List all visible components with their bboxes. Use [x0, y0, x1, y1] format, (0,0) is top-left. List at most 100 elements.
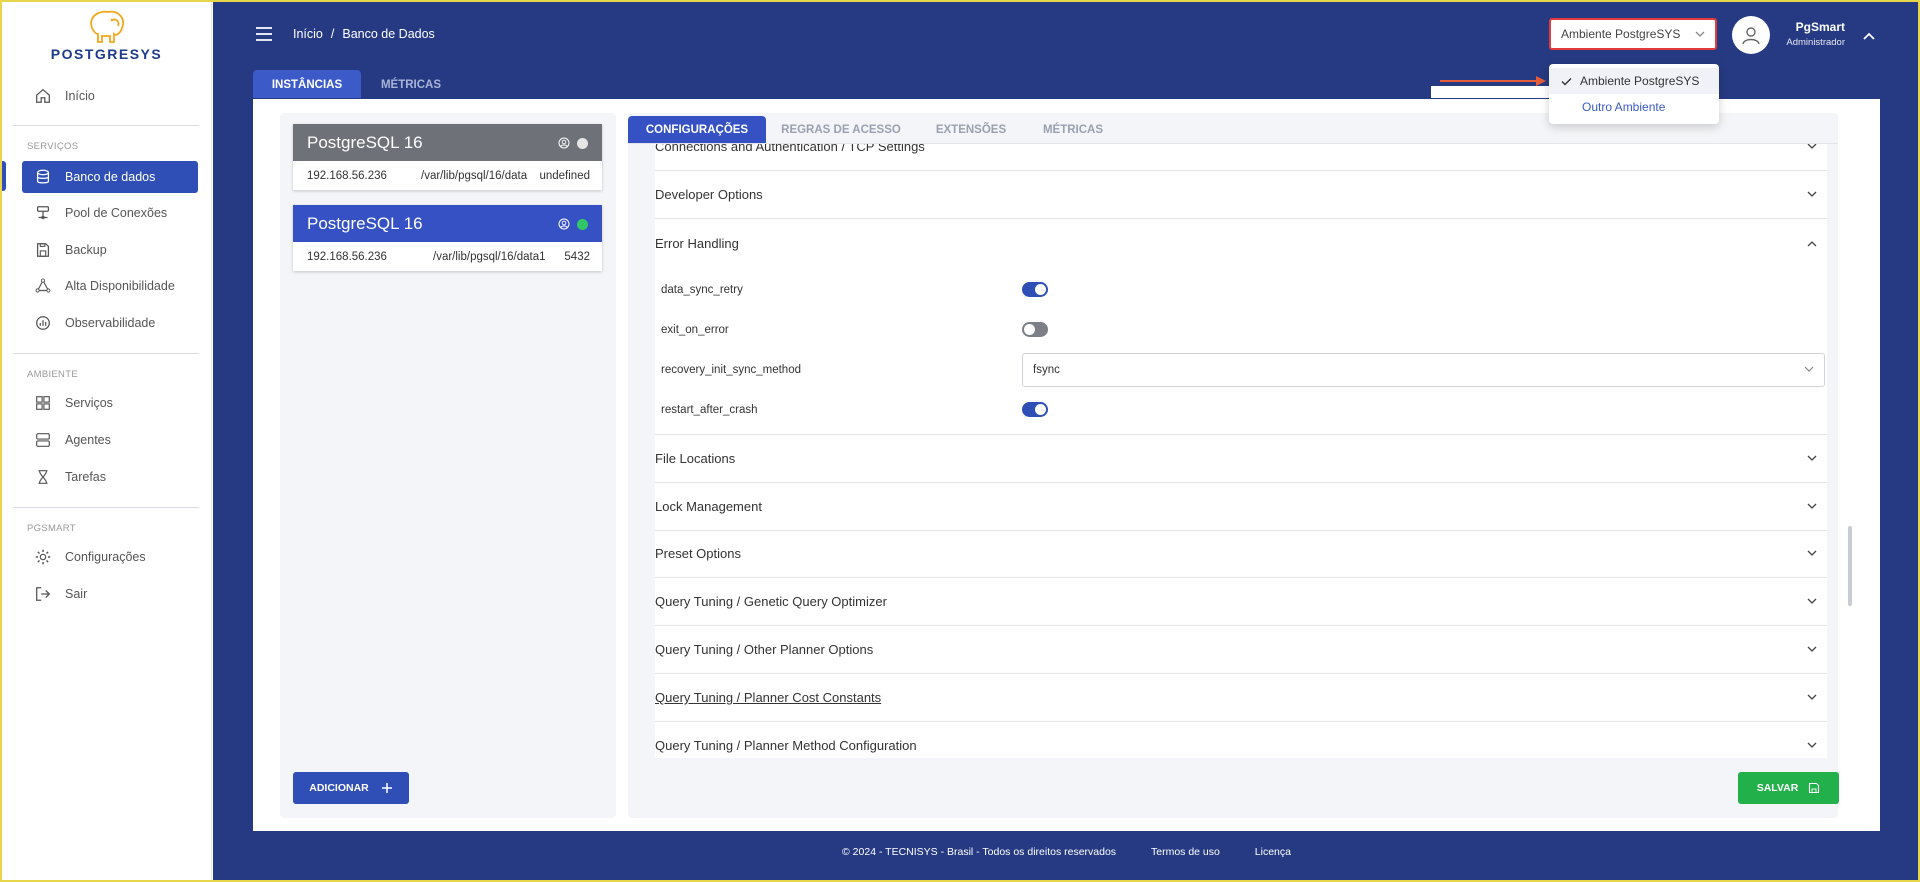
instance-card-header: PostgreSQL 16	[293, 205, 602, 242]
annotation-arrow-head	[1536, 76, 1546, 86]
instance-path: /var/lib/pgsql/16/data	[421, 169, 528, 182]
brand-name: POSTGRESYS	[50, 46, 163, 62]
hourglass-icon	[38, 470, 48, 484]
sidebar-item-configuracoes[interactable]: Configurações	[22, 541, 198, 573]
accordion-planner-method-configuration[interactable]: Query Tuning / Planner Method Configurat…	[655, 722, 1827, 758]
chevron-down-icon	[1807, 191, 1817, 197]
accordion-file-locations[interactable]: File Locations	[655, 435, 1827, 483]
chevron-up-icon	[1807, 240, 1817, 246]
sidebar-item-inicio[interactable]: Início	[22, 80, 198, 112]
chevron-down-icon	[1804, 366, 1814, 372]
select-value: fsync	[1033, 364, 1060, 376]
tab-extensoes[interactable]: EXTENSÕES	[924, 116, 1018, 144]
sidebar-item-alta-disponibilidade[interactable]: Alta Disponibilidade	[22, 270, 198, 302]
sidebar-item-label: Observabilidade	[65, 316, 156, 330]
instance-card-header: PostgreSQL 16	[293, 124, 602, 161]
tab-regras-de-acesso[interactable]: REGRAS DE ACESSO	[774, 116, 908, 144]
accordion-lock-management[interactable]: Lock Management	[655, 483, 1827, 531]
tab-instancias[interactable]: INSTÂNCIAS	[253, 70, 361, 99]
user-icon	[1742, 27, 1760, 45]
brand-logo[interactable]: POSTGRESYS	[34, 8, 179, 62]
tab-configuracoes[interactable]: CONFIGURAÇÕES	[628, 116, 766, 144]
restart-after-crash-toggle[interactable]	[1022, 402, 1048, 417]
sidebar-item-tarefas[interactable]: Tarefas	[22, 461, 198, 493]
sidebar-item-label: Banco de dados	[65, 170, 156, 184]
instance-title: PostgreSQL 16	[307, 132, 423, 152]
accordion-label: Query Tuning / Planner Cost Constants	[655, 690, 882, 705]
accordion-error-handling[interactable]: Error Handling	[655, 219, 1827, 267]
environment-select[interactable]: Ambiente PostgreSYS	[1549, 18, 1717, 50]
gear-icon	[35, 549, 51, 565]
save-disk-icon	[1809, 782, 1820, 794]
save-disk-icon	[36, 243, 50, 257]
sidebar-item-label: Tarefas	[65, 470, 106, 484]
sidebar-divider	[13, 353, 199, 354]
sidebar-section-ambiente: AMBIENTE	[27, 369, 78, 380]
chevron-up-icon	[1863, 32, 1875, 40]
accordion-preset-options[interactable]: Preset Options	[655, 530, 1827, 578]
accordion-genetic-query-optimizer[interactable]: Query Tuning / Genetic Query Optimizer	[655, 578, 1827, 626]
setting-name: data_sync_retry	[661, 284, 743, 296]
settings-accordion: Connections and Authentication / TCP Set…	[655, 144, 1827, 758]
instance-ip: 192.168.56.236	[307, 169, 387, 182]
instance-path: /var/lib/pgsql/16/data1	[433, 250, 546, 263]
footer-terms-link[interactable]: Termos de uso	[1151, 846, 1220, 858]
scrollbar-thumb[interactable]	[1848, 526, 1852, 606]
accordion-planner-cost-constants[interactable]: Query Tuning / Planner Cost Constants	[655, 674, 1827, 722]
exit-on-error-toggle[interactable]	[1022, 322, 1048, 337]
instance-port: undefined	[539, 169, 590, 182]
sidebar-item-backup[interactable]: Backup	[22, 234, 198, 266]
toggle-knob	[1035, 284, 1046, 295]
sidebar-item-agentes[interactable]: Agentes	[22, 424, 198, 456]
accordion-label: File Locations	[655, 451, 736, 466]
setting-name: recovery_init_sync_method	[661, 364, 801, 376]
sidebar-item-label: Serviços	[65, 396, 113, 410]
sidebar-item-pool-de-conexoes[interactable]: Pool de Conexões	[22, 197, 198, 229]
add-instance-button[interactable]: ADICIONAR	[293, 772, 409, 804]
accordion-other-planner-options[interactable]: Query Tuning / Other Planner Options	[655, 626, 1827, 674]
check-icon	[1561, 77, 1572, 85]
instance-card-body: 192.168.56.236 /var/lib/pgsql/16/data un…	[293, 161, 602, 190]
home-icon	[36, 88, 50, 103]
recovery-sync-method-select[interactable]: fsync	[1022, 353, 1825, 387]
avatar[interactable]	[1732, 16, 1770, 54]
annotation-arrow	[1440, 80, 1540, 82]
sidebar-item-observabilidade[interactable]: Observabilidade	[22, 307, 198, 339]
sidebar-item-banco-de-dados[interactable]: Banco de dados	[22, 161, 198, 193]
setting-name: exit_on_error	[661, 324, 729, 336]
instance-card[interactable]: PostgreSQL 16 192.168.56.236 /var/lib/pg…	[293, 124, 602, 190]
chevron-down-icon	[1807, 455, 1817, 461]
plus-icon	[381, 783, 392, 793]
toggle-knob	[1024, 324, 1035, 335]
accordion-developer-options[interactable]: Developer Options	[655, 171, 1827, 219]
user-menu-button[interactable]	[1862, 28, 1876, 46]
environment-option-postgresys[interactable]: Ambiente PostgreSYS	[1549, 68, 1719, 94]
add-button-label: ADICIONAR	[309, 782, 369, 794]
sidebar-item-label: Agentes	[65, 433, 111, 447]
setting-row: data_sync_retry	[661, 270, 1821, 310]
status-dot	[577, 137, 588, 149]
breadcrumb-current: Banco de Dados	[342, 27, 435, 41]
instance-card[interactable]: PostgreSQL 16 192.168.56.236 /var/lib/pg…	[293, 205, 602, 271]
user-circle-icon	[558, 137, 570, 149]
setting-row: restart_after_crash	[661, 390, 1821, 430]
sidebar-item-sair[interactable]: Sair	[22, 578, 198, 610]
save-button[interactable]: SALVAR	[1738, 772, 1839, 804]
footer-license-link[interactable]: Licença	[1255, 846, 1291, 858]
data-sync-retry-toggle[interactable]	[1022, 282, 1048, 297]
accordion-connections[interactable]: Connections and Authentication / TCP Set…	[655, 144, 1827, 171]
sidebar-item-label: Início	[65, 89, 95, 103]
menu-toggle-button[interactable]	[255, 26, 273, 47]
sidebar-section-pgsmart: PGSMART	[27, 523, 76, 534]
database-icon	[36, 169, 50, 184]
tab-metricas[interactable]: MÉTRICAS	[365, 70, 457, 99]
accordion-label: Lock Management	[655, 499, 762, 514]
environment-dropdown: Ambiente PostgreSYS Outro Ambiente	[1549, 64, 1719, 124]
environment-option-outro[interactable]: Outro Ambiente	[1549, 94, 1719, 120]
hamburger-icon	[256, 27, 272, 41]
tab-metricas-config[interactable]: MÉTRICAS	[1032, 116, 1114, 144]
sidebar-item-servicos[interactable]: Serviços	[22, 387, 198, 419]
sidebar-item-label: Sair	[65, 587, 88, 601]
status-dot	[577, 218, 588, 230]
breadcrumb-home-link[interactable]: Início	[293, 27, 323, 41]
